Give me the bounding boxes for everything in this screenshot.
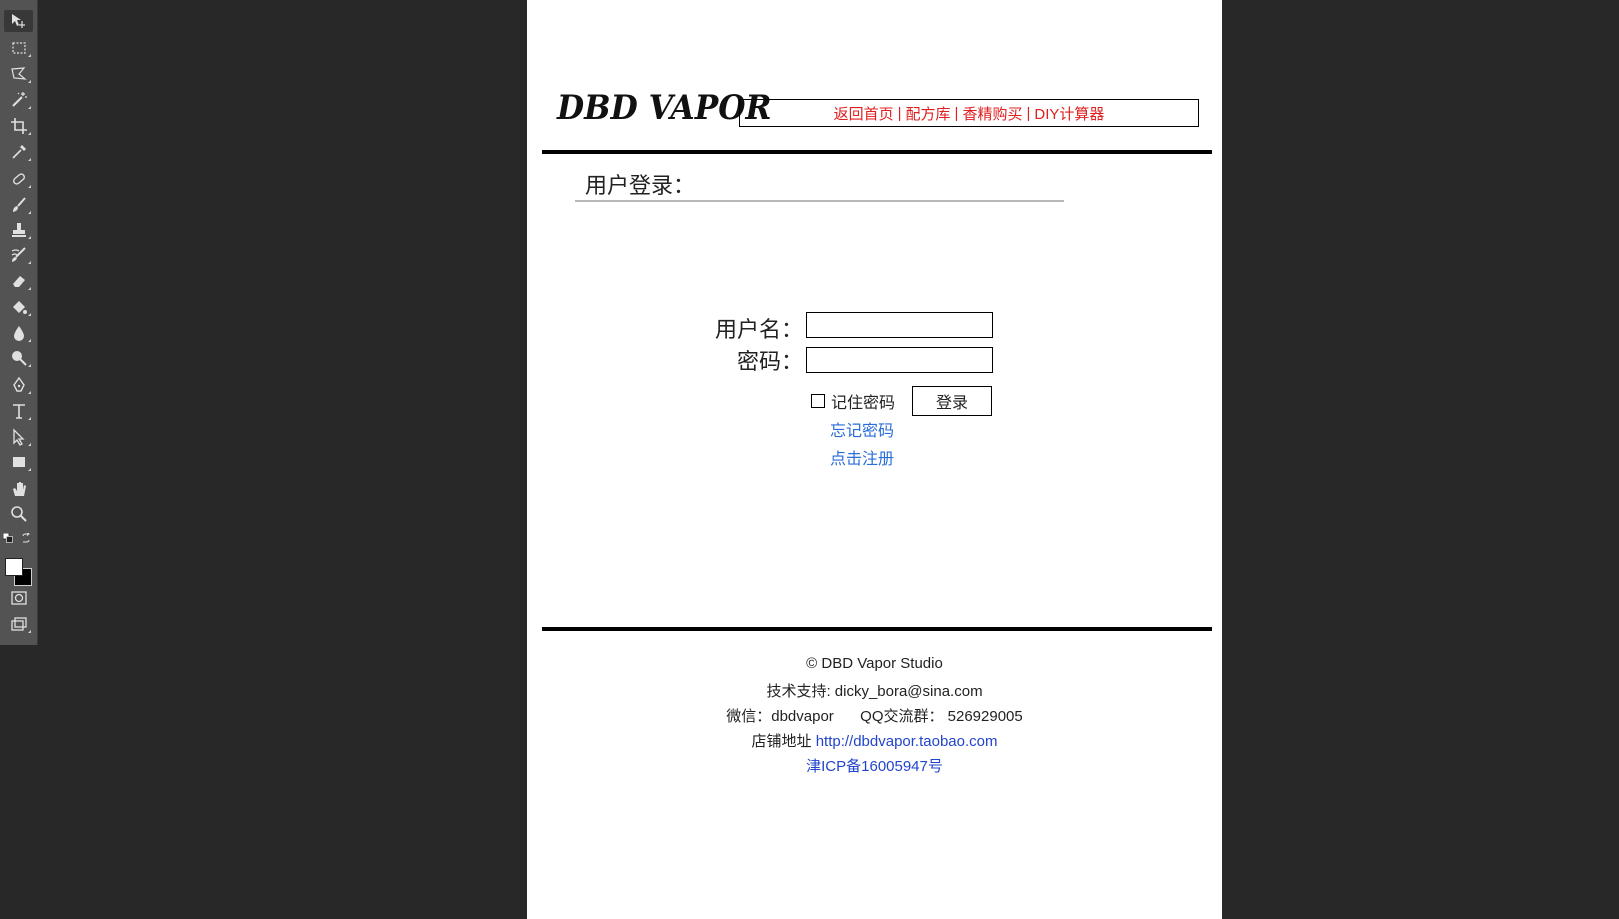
remember-password-label[interactable]: 记住密码 bbox=[831, 389, 895, 413]
remember-password-row: 记住密码 bbox=[811, 389, 895, 413]
crop-tool[interactable] bbox=[4, 115, 33, 137]
tools-panel bbox=[0, 0, 38, 645]
nav-separator: | bbox=[897, 104, 902, 122]
path-selection-icon bbox=[12, 428, 25, 446]
footer-shop: 店铺地址 http://dbdvapor.taobao.com bbox=[527, 730, 1222, 751]
history-brush-icon bbox=[11, 247, 26, 262]
paint-bucket-tool[interactable] bbox=[4, 296, 33, 318]
screen-mode-icon bbox=[10, 617, 27, 631]
footer-support: 技术支持: dicky_bora@sina.com bbox=[766, 683, 983, 700]
remember-password-checkbox[interactable] bbox=[811, 394, 825, 408]
nav-buy-link[interactable]: 香精购买 bbox=[962, 103, 1022, 124]
footer-shop-link[interactable]: http://dbdvapor.taobao.com bbox=[816, 733, 998, 750]
dodge-tool[interactable] bbox=[4, 347, 33, 369]
hand-icon bbox=[12, 482, 26, 496]
rectangle-shape-icon bbox=[12, 457, 25, 467]
footer-copyright: © DBD Vapor Studio bbox=[806, 655, 943, 672]
username-input[interactable] bbox=[806, 312, 993, 338]
nav-recipes-link[interactable]: 配方库 bbox=[906, 103, 951, 124]
crop-icon bbox=[10, 118, 27, 134]
password-label: 密码： bbox=[736, 349, 803, 374]
eyedropper-icon bbox=[11, 145, 26, 159]
healing-brush-icon bbox=[12, 173, 25, 185]
eyedropper-tool[interactable] bbox=[4, 141, 33, 163]
quick-mask-button[interactable] bbox=[4, 587, 33, 609]
eraser-tool[interactable] bbox=[4, 270, 33, 292]
magic-wand-icon bbox=[11, 92, 27, 107]
footer-divider bbox=[542, 627, 1212, 631]
polygonal-lasso-icon bbox=[10, 67, 27, 80]
nav-separator: | bbox=[954, 104, 959, 122]
document-canvas: DBD VAPOR 返回首页 | 配方库 | 香精购买 | DIY计算器 用户登… bbox=[527, 0, 1222, 919]
pen-tool[interactable] bbox=[4, 374, 33, 396]
history-brush-tool[interactable] bbox=[4, 244, 33, 266]
password-input[interactable] bbox=[806, 347, 993, 373]
healing-brush-tool[interactable] bbox=[4, 168, 33, 190]
zoom-icon bbox=[10, 506, 27, 522]
hand-tool[interactable] bbox=[4, 478, 33, 500]
login-button[interactable]: 登录 bbox=[912, 386, 992, 416]
footer-shop-label: 店铺地址 bbox=[751, 733, 812, 750]
blur-icon bbox=[13, 326, 24, 341]
shape-tool[interactable] bbox=[4, 451, 33, 473]
magic-wand-tool[interactable] bbox=[4, 89, 33, 111]
header-divider bbox=[542, 150, 1212, 154]
zoom-tool[interactable] bbox=[4, 503, 33, 525]
marquee-tool[interactable] bbox=[4, 37, 33, 59]
forgot-password-link[interactable]: 忘记密码 bbox=[830, 417, 894, 441]
brush-tool[interactable] bbox=[4, 194, 33, 216]
dodge-icon bbox=[11, 351, 27, 366]
nav-calculator-link[interactable]: DIY计算器 bbox=[1034, 103, 1104, 124]
quick-mask-icon bbox=[10, 591, 27, 605]
path-selection-tool[interactable] bbox=[4, 426, 33, 448]
nav-home-link[interactable]: 返回首页 bbox=[834, 103, 894, 124]
top-navigation: 返回首页 | 配方库 | 香精购买 | DIY计算器 bbox=[739, 99, 1199, 127]
screen-mode-button[interactable] bbox=[4, 613, 33, 635]
clone-stamp-icon bbox=[11, 223, 26, 237]
brush-icon bbox=[12, 197, 26, 212]
type-icon bbox=[12, 404, 25, 419]
rectangular-marquee-icon bbox=[11, 42, 26, 54]
username-label: 用户名： bbox=[714, 317, 803, 342]
clone-stamp-tool[interactable] bbox=[4, 219, 33, 241]
move-tool[interactable] bbox=[4, 10, 33, 32]
eraser-icon bbox=[12, 276, 25, 287]
move-icon bbox=[11, 14, 25, 28]
page-title: 用户登录： bbox=[585, 173, 696, 198]
register-link[interactable]: 点击注册 bbox=[830, 445, 894, 469]
type-tool[interactable] bbox=[4, 400, 33, 422]
default-colors-icon[interactable] bbox=[2, 528, 13, 543]
blur-tool[interactable] bbox=[4, 322, 33, 344]
pen-icon bbox=[12, 376, 25, 392]
nav-separator: | bbox=[1026, 104, 1031, 122]
foreground-color-swatch[interactable] bbox=[5, 558, 23, 576]
footer-qq: QQ交流群： 526929005 bbox=[860, 708, 1023, 725]
lasso-tool[interactable] bbox=[4, 63, 33, 85]
footer-wechat: 微信：dbdvapor bbox=[726, 708, 834, 725]
footer-contact: 微信：dbdvapor QQ交流群： 526929005 bbox=[527, 705, 1222, 726]
footer-icp-link[interactable]: 津ICP备16005947号 bbox=[527, 755, 1222, 776]
paint-bucket-icon bbox=[12, 301, 27, 314]
title-underline bbox=[575, 200, 1064, 202]
swap-colors-icon[interactable] bbox=[21, 528, 31, 543]
